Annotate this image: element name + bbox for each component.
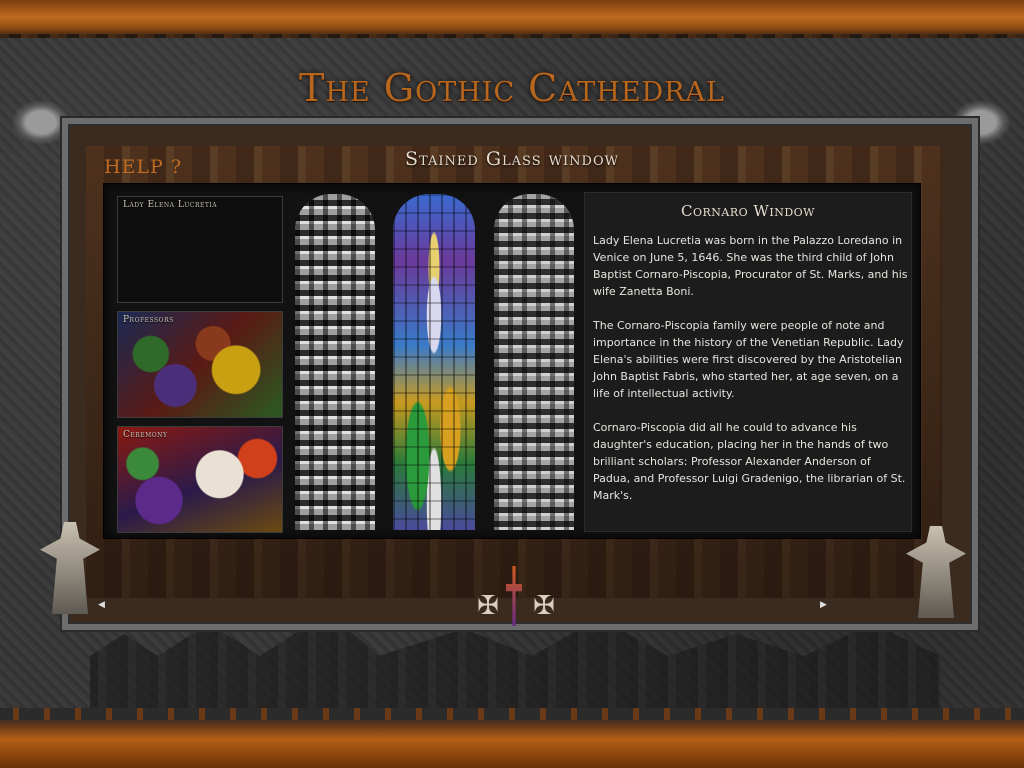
thumbnail-label: Professors (123, 315, 174, 325)
thumbnail-label: Ceremony (123, 430, 168, 440)
arrow-right-icon: ▶ (820, 600, 827, 610)
bottom-rust-band (0, 708, 1024, 768)
article-title: Cornaro Window (681, 202, 815, 220)
top-rust-band (0, 0, 1024, 48)
article-paragraph: Cornaro-Piscopia did all he could to adv… (593, 421, 906, 502)
cross-icon: ✠ (533, 591, 555, 621)
stained-glass-left-icon[interactable] (295, 194, 375, 530)
arrow-left-icon: ◀ (98, 600, 105, 610)
thumbnail-ceremony[interactable]: Ceremony (117, 426, 283, 533)
thumbnail-professors[interactable]: Professors (117, 311, 283, 418)
stained-glass-center-icon[interactable] (393, 194, 475, 530)
thumbnail-label: Lady Elena Lucretia (123, 200, 218, 210)
section-title: Stained Glass window (405, 148, 619, 170)
article-paragraph: The Cornaro-Piscopia family were people … (593, 319, 904, 400)
thumbnail-lady-elena[interactable]: Lady Elena Lucretia (117, 196, 283, 303)
article-body: Lady Elena Lucretia was born in the Pala… (593, 232, 911, 521)
article-paragraph: Lady Elena Lucretia was born in the Pala… (593, 234, 908, 298)
app-title: The Gothic Cathedral (299, 66, 725, 110)
stained-glass-right-icon[interactable] (494, 194, 574, 530)
cross-icon: ✠ (477, 591, 499, 621)
